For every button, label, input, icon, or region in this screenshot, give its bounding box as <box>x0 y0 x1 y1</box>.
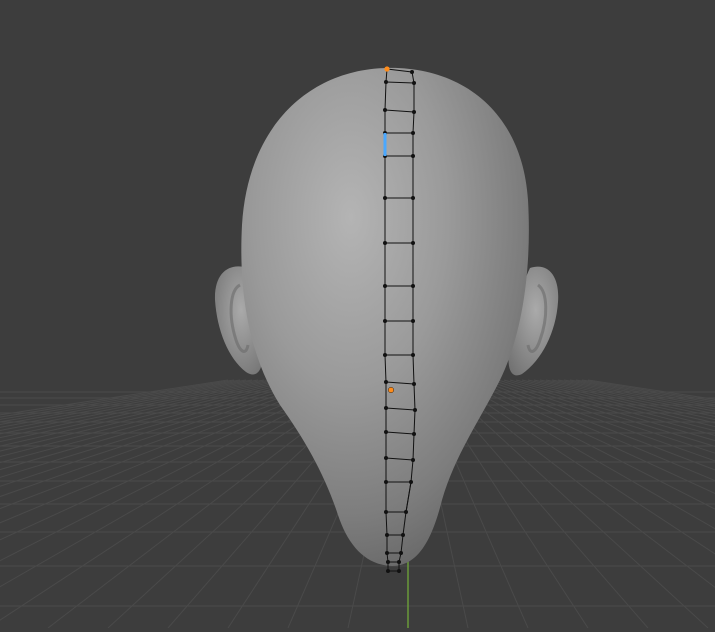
wire-vertex[interactable] <box>410 70 414 74</box>
wire-vertex[interactable] <box>383 108 387 112</box>
3d-viewport[interactable] <box>0 0 715 629</box>
wire-vertex[interactable] <box>384 510 388 514</box>
wire-vertex[interactable] <box>384 480 388 484</box>
wire-vertex[interactable] <box>383 353 387 357</box>
wire-vertex[interactable] <box>383 284 387 288</box>
wire-vertex[interactable] <box>411 241 415 245</box>
selected-vertex-top[interactable] <box>384 66 390 72</box>
selected-vertex-mid[interactable] <box>387 386 395 394</box>
wire-vertex[interactable] <box>412 382 416 386</box>
wire-vertex[interactable] <box>411 319 415 323</box>
wire-vertex[interactable] <box>397 569 401 573</box>
wire-vertex[interactable] <box>411 196 415 200</box>
wire-vertex[interactable] <box>384 380 388 384</box>
wire-vertex[interactable] <box>384 406 388 410</box>
wire-vertex[interactable] <box>384 80 388 84</box>
wire-vertex[interactable] <box>413 408 417 412</box>
wire-vertex[interactable] <box>383 241 387 245</box>
wire-vertex[interactable] <box>411 131 415 135</box>
wire-vertex[interactable] <box>397 560 401 564</box>
wire-vertex[interactable] <box>411 458 415 462</box>
wire-vertex[interactable] <box>411 353 415 357</box>
wire-vertex[interactable] <box>383 319 387 323</box>
wire-vertex[interactable] <box>386 569 390 573</box>
wire-vertex[interactable] <box>409 480 413 484</box>
wire-vertex[interactable] <box>399 551 403 555</box>
wire-vertex[interactable] <box>383 196 387 200</box>
wire-vertex[interactable] <box>412 81 416 85</box>
wire-vertex[interactable] <box>404 510 408 514</box>
wire-vertex[interactable] <box>411 154 415 158</box>
wire-vertex[interactable] <box>385 533 389 537</box>
wire-vertex[interactable] <box>384 456 388 460</box>
wire-vertex[interactable] <box>384 430 388 434</box>
wire-vertex[interactable] <box>412 432 416 436</box>
viewport-canvas[interactable] <box>0 0 715 629</box>
wire-vertex[interactable] <box>386 560 390 564</box>
wire-vertex[interactable] <box>412 110 416 114</box>
wire-vertex[interactable] <box>385 551 389 555</box>
wire-vertex[interactable] <box>411 284 415 288</box>
wire-vertex[interactable] <box>401 533 405 537</box>
